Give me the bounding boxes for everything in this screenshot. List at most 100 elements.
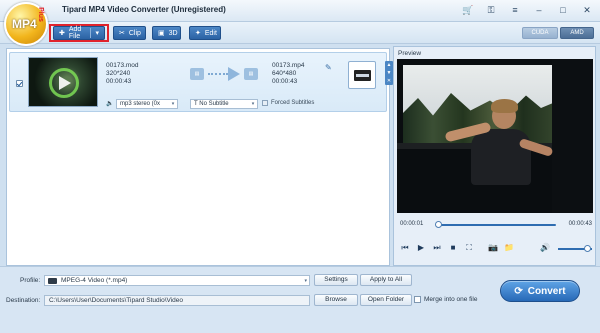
forced-subtitles-label: Forced Subtitles [271,100,315,106]
file-list-panel: 00173.mod 320*240 00:00:43 ▤ ▤ 00173.mp4… [6,48,393,266]
move-down-icon[interactable]: ▼ [385,69,393,77]
edit-button[interactable]: ✦ Edit [189,26,221,40]
seek-handle[interactable] [435,221,443,228]
source-name: 00173.mod [106,62,139,69]
window-title: Tipard MP4 Video Converter (Unregistered… [62,5,226,14]
merge-label: Merge into one file [424,296,478,303]
maximize-icon[interactable]: □ [558,4,568,16]
chevron-down-icon: ▾ [171,101,175,107]
prev-icon[interactable]: ⏮ [400,243,410,253]
source-info: 00173.mod 320*240 00:00:43 [106,62,139,86]
preview-screen[interactable] [397,59,593,213]
convert-label: Convert [527,285,566,297]
film-icon [48,278,57,284]
merge-checkbox[interactable] [414,296,421,303]
output-name: 00173.mp4 [272,62,305,69]
volume-icon[interactable]: 🔊 [540,243,550,253]
row-order-control[interactable]: ▲ ▼ ✕ [385,61,393,85]
bottom-panel: Profile: MPEG-4 Video (*.mp4) ▾ Settings… [0,266,600,333]
logo-plus-text: Plus [36,7,44,22]
threed-label: 3D [168,29,178,37]
merge-option[interactable]: Merge into one file [414,296,477,303]
logo-text: MP4 [12,17,37,31]
minimize-icon[interactable]: – [534,4,544,16]
source-duration: 00:00:43 [106,78,132,85]
speaker-icon: 🔈 [106,101,114,107]
amd-button[interactable]: AMD [560,27,594,39]
preview-panel: Preview 00:00:01 00:00:43 ⏮ ▶ ⏭ ■ ⛶ 📷 📁 … [393,46,596,266]
close-icon[interactable]: ✕ [582,4,592,16]
clip-label: Clip [128,29,141,37]
output-format-icon: ▤ [244,68,258,80]
forced-subtitles-checkbox[interactable] [262,100,268,106]
browse-button[interactable]: Browse [314,294,358,306]
button-separator [90,28,92,38]
output-duration: 00:00:43 [272,78,298,85]
convert-button[interactable]: ⟳ Convert [500,280,580,302]
title-bar: Tipard MP4 Video Converter (Unregistered… [0,0,600,22]
logo-icon: MP4 Plus [4,2,48,46]
profile-select[interactable]: MPEG-4 Video (*.mp4) ▾ [44,275,310,286]
output-info: 00173.mp4 640*480 00:00:43 [272,62,305,86]
scissors-icon: ✂ [119,30,125,37]
amd-label: AMD [570,30,584,36]
forced-subtitles[interactable]: Forced Subtitles [262,100,314,106]
subtitle-select[interactable]: T No Subtitle ▾ [190,99,258,109]
scene-window-frame [552,59,593,213]
arrow-dots [208,73,228,75]
clip-button[interactable]: ✂ Clip [113,26,146,40]
destination-label: Destination: [6,297,41,304]
current-time: 00:00:01 [400,221,424,227]
output-resolution: 640*480 [272,70,297,77]
folder-icon[interactable]: 📁 [504,243,514,253]
output-format-button[interactable] [348,61,376,89]
next-icon[interactable]: ⏭ [432,243,442,253]
source-resolution: 320*240 [106,70,131,77]
threed-button[interactable]: ▣ 3D [152,26,181,40]
threed-icon: ▣ [158,30,165,37]
sparkle-icon: ✦ [195,30,201,37]
play-icon[interactable] [59,76,71,90]
chevron-down-icon: ▾ [251,101,255,107]
add-file-button[interactable]: ✚ Add File ▾ [53,26,105,40]
play-icon[interactable]: ▶ [416,243,426,253]
fullscreen-icon[interactable]: ⛶ [464,243,474,253]
apply-to-all-button[interactable]: Apply to All [360,274,412,286]
settings-button[interactable]: Settings [314,274,358,286]
pencil-icon[interactable]: ✎ [325,63,332,72]
file-row[interactable]: 00173.mod 320*240 00:00:43 ▤ ▤ 00173.mp4… [9,52,393,112]
destination-field[interactable]: C:\Users\User\Documents\Tipard Studio\Vi… [44,295,310,306]
scene-person-body [471,129,531,185]
profile-value: MPEG-4 Video (*.mp4) [61,277,128,284]
preview-label: Preview [398,50,422,57]
plus-icon: ✚ [59,30,65,37]
volume-handle[interactable] [583,245,591,252]
audio-track-select[interactable]: mp3 stereo (0x ▾ [116,99,178,109]
audio-track-value: mp3 stereo (0x [120,101,161,107]
cart-icon[interactable]: 🛒 [462,4,473,16]
convert-icon: ⟳ [514,285,523,297]
arrow-right-icon [228,67,240,81]
stop-icon[interactable]: ■ [448,243,458,253]
remove-icon[interactable]: ✕ [385,77,393,85]
source-format-icon: ▤ [190,68,204,80]
subtitle-value: No Subtitle [199,101,229,107]
key-icon[interactable]: ⚿ [486,4,496,16]
playback-controls: ⏮ ▶ ⏭ ■ ⛶ 📷 📁 🔊 [400,243,592,255]
video-thumbnail[interactable] [28,57,98,107]
menu-icon[interactable]: ≡ [510,4,520,16]
edit-label: Edit [204,29,217,37]
move-up-icon[interactable]: ▲ [385,61,393,69]
file-checkbox[interactable] [16,80,23,87]
cuda-button[interactable]: CUDA [522,27,558,39]
title-bar-controls: 🛒 ⚿ ≡ – □ ✕ [462,4,592,16]
open-folder-button[interactable]: Open Folder [360,294,412,306]
profile-label: Profile: [20,277,41,284]
total-time: 00:00:43 [568,221,592,227]
seek-track[interactable] [436,224,556,226]
film-icon [354,70,371,81]
chevron-down-icon: ▾ [304,278,307,284]
playback-timeline: 00:00:01 00:00:43 [400,220,592,230]
snapshot-icon[interactable]: 📷 [488,243,498,253]
chevron-down-icon[interactable]: ▾ [95,29,99,37]
